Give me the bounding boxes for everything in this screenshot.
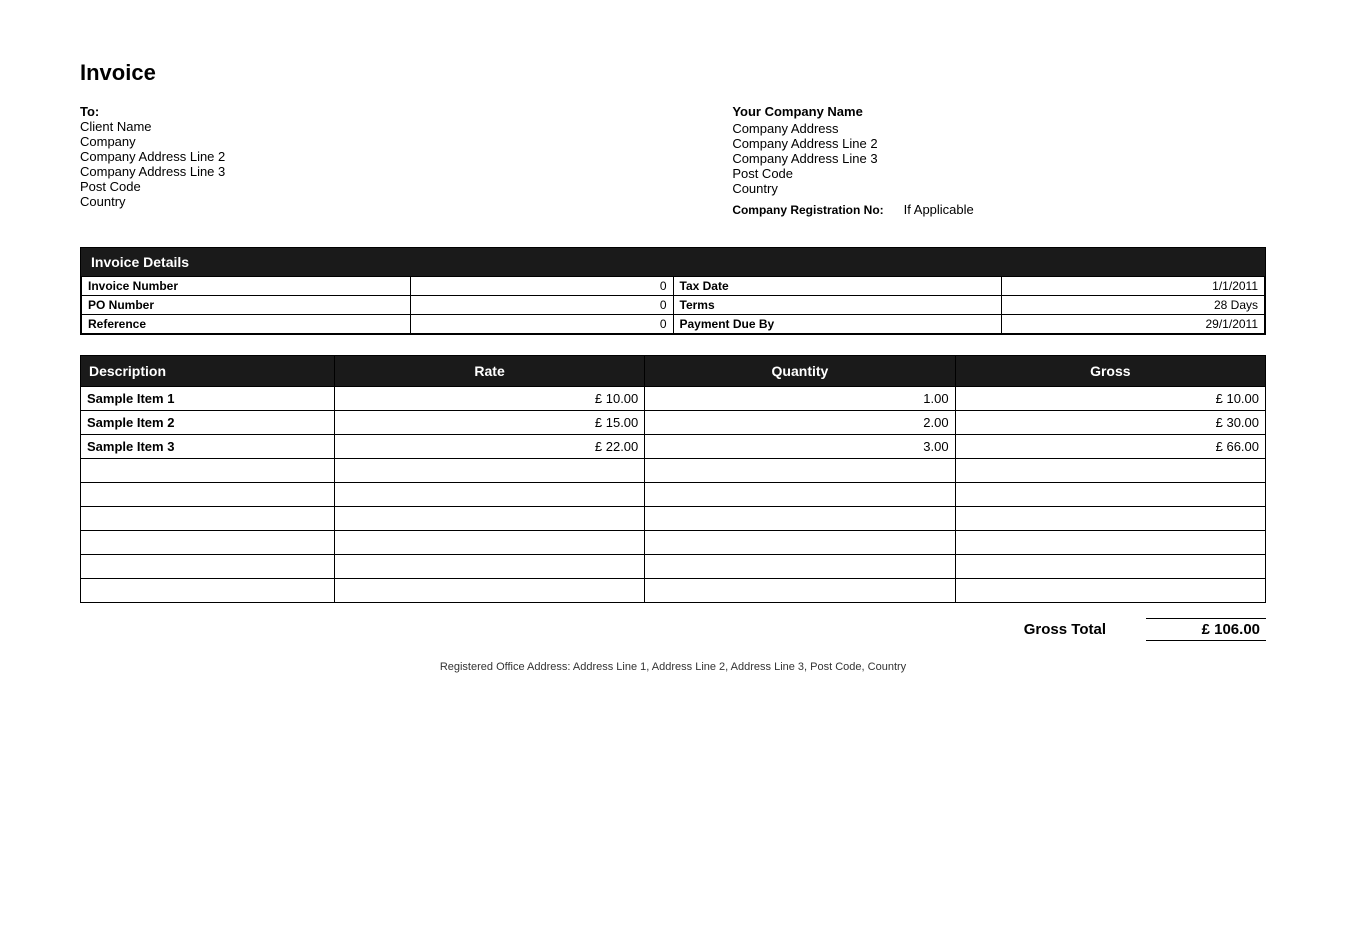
table-row: Sample Item 2 £ 15.00 2.00 £ 30.00	[81, 411, 1266, 435]
item-rate	[334, 507, 644, 531]
company-country: Country	[732, 181, 1266, 196]
client-name: Client Name	[80, 119, 673, 134]
header-section: To: Client Name Company Company Address …	[80, 104, 1266, 217]
item-rate	[334, 531, 644, 555]
payment-due-value: 29/1/2011	[1002, 315, 1265, 334]
item-rate: £ 15.00	[334, 411, 644, 435]
item-gross	[955, 579, 1265, 603]
company-info-section: Your Company Name Company Address Compan…	[732, 104, 1266, 217]
item-gross	[955, 555, 1265, 579]
item-gross: £ 30.00	[955, 411, 1265, 435]
col-description-header: Description	[81, 356, 335, 387]
details-row-invoice: Invoice Number 0 Tax Date 1/1/2011	[82, 277, 1265, 296]
item-description	[81, 555, 335, 579]
item-gross	[955, 459, 1265, 483]
item-description	[81, 459, 335, 483]
item-quantity: 1.00	[645, 387, 955, 411]
item-description	[81, 531, 335, 555]
company-reg-row: Company Registration No: If Applicable	[732, 202, 1266, 217]
col-rate-header: Rate	[334, 356, 644, 387]
col-gross-header: Gross	[955, 356, 1265, 387]
company-name: Your Company Name	[732, 104, 1266, 119]
item-description: Sample Item 1	[81, 387, 335, 411]
company-post-code: Post Code	[732, 166, 1266, 181]
client-post-code: Post Code	[80, 179, 673, 194]
tax-date-label: Tax Date	[673, 277, 1002, 296]
table-row	[81, 483, 1266, 507]
invoice-number-value: 0	[410, 277, 673, 296]
company-address: Company Address	[732, 121, 1266, 136]
client-company: Company	[80, 134, 673, 149]
tax-date-value: 1/1/2011	[1002, 277, 1265, 296]
invoice-details-table: Invoice Number 0 Tax Date 1/1/2011 PO Nu…	[81, 276, 1265, 334]
items-header-row: Description Rate Quantity Gross	[81, 356, 1266, 387]
item-rate: £ 10.00	[334, 387, 644, 411]
gross-total-section: Gross Total £ 106.00	[80, 618, 1266, 641]
item-description	[81, 579, 335, 603]
invoice-details-header: Invoice Details	[81, 248, 1265, 276]
company-address-line3: Company Address Line 3	[732, 151, 1266, 166]
table-row	[81, 579, 1266, 603]
item-quantity	[645, 579, 955, 603]
bill-to-section: To: Client Name Company Company Address …	[80, 104, 673, 217]
table-row: Sample Item 3 £ 22.00 3.00 £ 66.00	[81, 435, 1266, 459]
payment-due-label: Payment Due By	[673, 315, 1002, 334]
footer-text: Registered Office Address: Address Line …	[80, 661, 1266, 673]
item-description: Sample Item 3	[81, 435, 335, 459]
item-description	[81, 507, 335, 531]
item-quantity	[645, 507, 955, 531]
invoice-details-wrapper: Invoice Details Invoice Number 0 Tax Dat…	[80, 247, 1266, 335]
item-quantity: 2.00	[645, 411, 955, 435]
terms-label: Terms	[673, 296, 1002, 315]
company-reg-label: Company Registration No:	[732, 203, 883, 217]
table-row	[81, 555, 1266, 579]
item-rate	[334, 459, 644, 483]
item-quantity	[645, 555, 955, 579]
table-row	[81, 507, 1266, 531]
po-number-label: PO Number	[82, 296, 411, 315]
item-gross	[955, 531, 1265, 555]
item-rate: £ 22.00	[334, 435, 644, 459]
gross-total-label: Gross Total	[1024, 621, 1106, 638]
reference-value: 0	[410, 315, 673, 334]
details-row-reference: Reference 0 Payment Due By 29/1/2011	[82, 315, 1265, 334]
item-gross	[955, 507, 1265, 531]
item-quantity: 3.00	[645, 435, 955, 459]
client-address-line3: Company Address Line 3	[80, 164, 673, 179]
client-country: Country	[80, 194, 673, 209]
item-quantity	[645, 483, 955, 507]
po-number-value: 0	[410, 296, 673, 315]
col-quantity-header: Quantity	[645, 356, 955, 387]
items-table: Description Rate Quantity Gross Sample I…	[80, 355, 1266, 603]
company-reg-value: If Applicable	[904, 202, 974, 217]
item-quantity	[645, 531, 955, 555]
item-gross: £ 10.00	[955, 387, 1265, 411]
invoice-title: Invoice	[80, 60, 1266, 86]
item-rate	[334, 579, 644, 603]
item-description	[81, 483, 335, 507]
gross-total-value: £ 106.00	[1146, 618, 1266, 641]
table-row	[81, 531, 1266, 555]
reference-label: Reference	[82, 315, 411, 334]
item-rate	[334, 483, 644, 507]
to-label: To:	[80, 104, 673, 119]
item-rate	[334, 555, 644, 579]
table-row: Sample Item 1 £ 10.00 1.00 £ 10.00	[81, 387, 1266, 411]
terms-value: 28 Days	[1002, 296, 1265, 315]
item-description: Sample Item 2	[81, 411, 335, 435]
item-gross	[955, 483, 1265, 507]
item-gross: £ 66.00	[955, 435, 1265, 459]
company-address-line2: Company Address Line 2	[732, 136, 1266, 151]
item-quantity	[645, 459, 955, 483]
table-row	[81, 459, 1266, 483]
invoice-number-label: Invoice Number	[82, 277, 411, 296]
client-address-line2: Company Address Line 2	[80, 149, 673, 164]
details-row-po: PO Number 0 Terms 28 Days	[82, 296, 1265, 315]
